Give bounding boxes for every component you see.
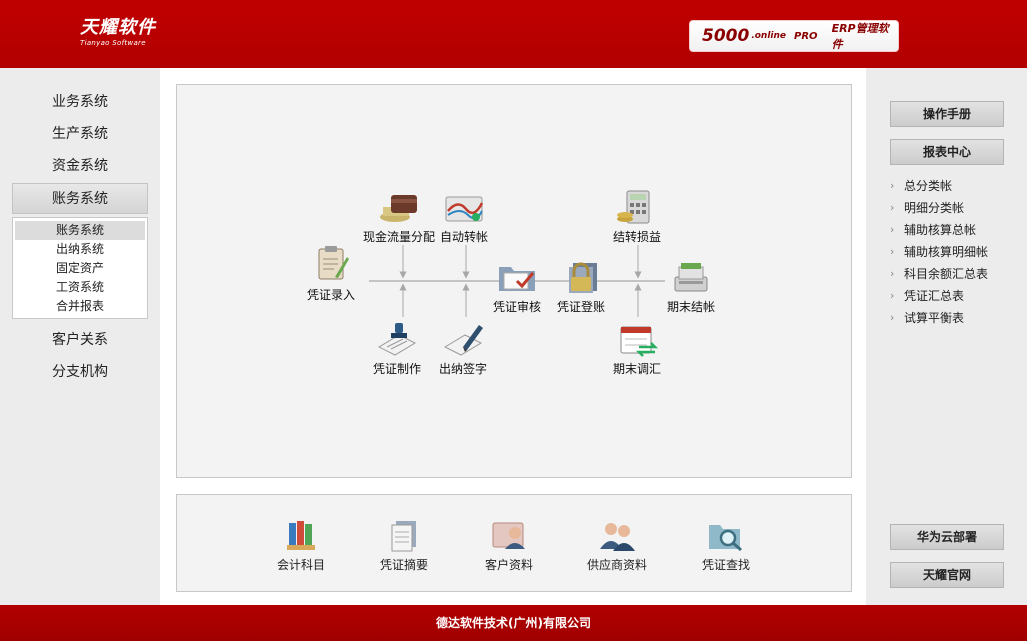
flow-label: 凭证制作 — [373, 362, 422, 376]
report-list: › 总分类帐 › 明细分类帐 › 辅助核算总帐 › 辅助核算明细帐 › 科目余额汇总表 ›… — [890, 175, 1020, 329]
nav-item-funds[interactable]: 资金系统 — [12, 151, 148, 182]
flow-cash-flow[interactable]: 现金流量分配 — [363, 187, 435, 245]
nav-item-production[interactable]: 生产系统 — [12, 119, 148, 150]
quick-voucher-search[interactable]: 凭证查找 — [702, 517, 750, 573]
subnav-item-accounting[interactable]: 账务系统 — [15, 221, 145, 240]
report-label: 辅助核算总帐 — [904, 223, 977, 237]
app-header: 天耀软件 Tianyao Software 5000 .online PRO E… — [0, 0, 1027, 68]
nav-item-crm[interactable]: 客户关系 — [12, 325, 148, 356]
manual-button[interactable]: 操作手册 — [890, 101, 1004, 127]
quick-label: 会计科目 — [277, 558, 326, 572]
report-label: 试算平衡表 — [904, 311, 965, 325]
flow-carry-forward[interactable]: 结转损益 — [613, 187, 661, 245]
calculator-coins-icon — [615, 187, 659, 225]
quick-label: 供应商资料 — [587, 558, 648, 572]
binders-icon — [281, 517, 321, 553]
company-logo: 天耀软件 Tianyao Software — [80, 17, 156, 48]
report-link[interactable]: › 科目余额汇总表 — [890, 263, 1020, 285]
chevron-right-icon: › — [890, 245, 895, 258]
padlock-icon — [559, 257, 603, 295]
chevron-right-icon: › — [890, 267, 895, 280]
flow-label: 凭证录入 — [307, 288, 356, 302]
report-label: 科目余额汇总表 — [904, 267, 989, 281]
transfer-icon — [442, 187, 486, 225]
flow-label: 凭证审核 — [493, 300, 542, 314]
report-label: 明细分类帐 — [904, 201, 965, 215]
quick-access-panel: 会计科目 凭证摘要 客户资料 供应商资料 凭证查找 — [176, 494, 852, 592]
flow-label: 期末结帐 — [667, 300, 716, 314]
users-group-icon — [597, 517, 637, 553]
product-sub: .online — [751, 31, 787, 41]
flow-label: 凭证登账 — [557, 300, 606, 314]
stamp-icon — [375, 319, 419, 357]
chevron-right-icon: › — [890, 201, 895, 214]
flow-voucher-audit[interactable]: 凭证审核 — [493, 257, 541, 315]
flow-voucher-entry[interactable]: 凭证录入 — [307, 245, 355, 303]
quick-suppliers[interactable]: 供应商资料 — [587, 517, 647, 573]
wallet-icon — [377, 187, 421, 225]
huawei-cloud-button[interactable]: 华为云部署 — [890, 524, 1004, 550]
subnav-item-consolidated[interactable]: 合并报表 — [15, 297, 145, 316]
quick-voucher-summary[interactable]: 凭证摘要 — [380, 517, 428, 573]
subnav-item-cashier[interactable]: 出纳系统 — [15, 240, 145, 259]
folder-search-icon — [706, 517, 746, 553]
subnav-item-fixed-assets[interactable]: 固定资产 — [15, 259, 145, 278]
flow-label: 出纳签字 — [439, 362, 488, 376]
chevron-right-icon: › — [890, 311, 895, 324]
flow-period-adjust[interactable]: 期末调汇 — [613, 319, 661, 377]
customer-card-icon — [489, 517, 529, 553]
footer-company: 德达软件技术(广州)有限公司 — [436, 616, 591, 630]
main-area: 凭证录入 现金流量分配 自动转帐 凭证审核 凭证登账 结转损益 期末结帐 凭证制… — [160, 68, 866, 605]
footer: 德达软件技术(广州)有限公司 — [0, 605, 1027, 641]
report-link[interactable]: › 试算平衡表 — [890, 307, 1020, 329]
subnav-item-payroll[interactable]: 工资系统 — [15, 278, 145, 297]
official-site-button[interactable]: 天耀官网 — [890, 562, 1004, 588]
flow-voucher-make[interactable]: 凭证制作 — [373, 319, 421, 377]
report-link[interactable]: › 总分类帐 — [890, 175, 1020, 197]
flow-cashier-sign[interactable]: 出纳签字 — [439, 319, 487, 377]
report-center-button[interactable]: 报表中心 — [890, 139, 1004, 165]
report-label: 总分类帐 — [904, 179, 953, 193]
left-sidebar: 业务系统 生产系统 资金系统 账务系统 账务系统 出纳系统 固定资产 工资系统 … — [0, 68, 160, 605]
flow-period-close[interactable]: 期末结帐 — [667, 257, 715, 315]
folder-check-icon — [495, 257, 539, 295]
logo-text-en: Tianyao Software — [80, 39, 146, 47]
chevron-right-icon: › — [890, 179, 895, 192]
flow-label: 结转损益 — [613, 230, 662, 244]
report-link[interactable]: › 辅助核算明细帐 — [890, 241, 1020, 263]
nav-item-branches[interactable]: 分支机构 — [12, 357, 148, 388]
calendar-exchange-icon — [615, 319, 659, 357]
report-link[interactable]: › 明细分类帐 — [890, 197, 1020, 219]
report-link[interactable]: › 凭证汇总表 — [890, 285, 1020, 307]
documents-icon — [384, 517, 424, 553]
quick-customers[interactable]: 客户资料 — [485, 517, 533, 573]
product-name: ERP管理软件 — [831, 22, 889, 51]
chevron-right-icon: › — [890, 223, 895, 236]
flow-label: 期末调汇 — [613, 362, 662, 376]
nav-item-accounting[interactable]: 账务系统 — [12, 183, 148, 214]
logo-text-cn: 天耀软件 — [80, 17, 156, 38]
quick-label: 客户资料 — [485, 558, 534, 572]
nav-item-business[interactable]: 业务系统 — [12, 87, 148, 118]
product-edition: PRO — [794, 30, 818, 42]
report-label: 凭证汇总表 — [904, 289, 965, 303]
flow-auto-transfer[interactable]: 自动转帐 — [440, 187, 488, 245]
chevron-right-icon: › — [890, 289, 895, 302]
flow-label: 现金流量分配 — [363, 230, 436, 244]
pen-sign-icon — [441, 319, 485, 357]
flow-voucher-post[interactable]: 凭证登账 — [557, 257, 605, 315]
clipboard-icon — [309, 245, 353, 283]
report-link[interactable]: › 辅助核算总帐 — [890, 219, 1020, 241]
report-label: 辅助核算明细帐 — [904, 245, 989, 259]
cash-register-icon — [669, 257, 713, 295]
right-sidebar: 操作手册 报表中心 › 总分类帐 › 明细分类帐 › 辅助核算总帐 › 辅助核算明细帐 … — [866, 68, 1027, 605]
workflow-panel: 凭证录入 现金流量分配 自动转帐 凭证审核 凭证登账 结转损益 期末结帐 凭证制… — [176, 84, 852, 478]
accounting-subnav: 账务系统 出纳系统 固定资产 工资系统 合并报表 — [12, 217, 148, 319]
quick-accounts[interactable]: 会计科目 — [277, 517, 325, 573]
product-version: 5000 — [702, 26, 750, 46]
product-badge: 5000 .online PRO ERP管理软件 — [689, 20, 899, 52]
quick-label: 凭证摘要 — [380, 558, 429, 572]
quick-label: 凭证查找 — [702, 558, 751, 572]
flow-label: 自动转帐 — [440, 230, 489, 244]
